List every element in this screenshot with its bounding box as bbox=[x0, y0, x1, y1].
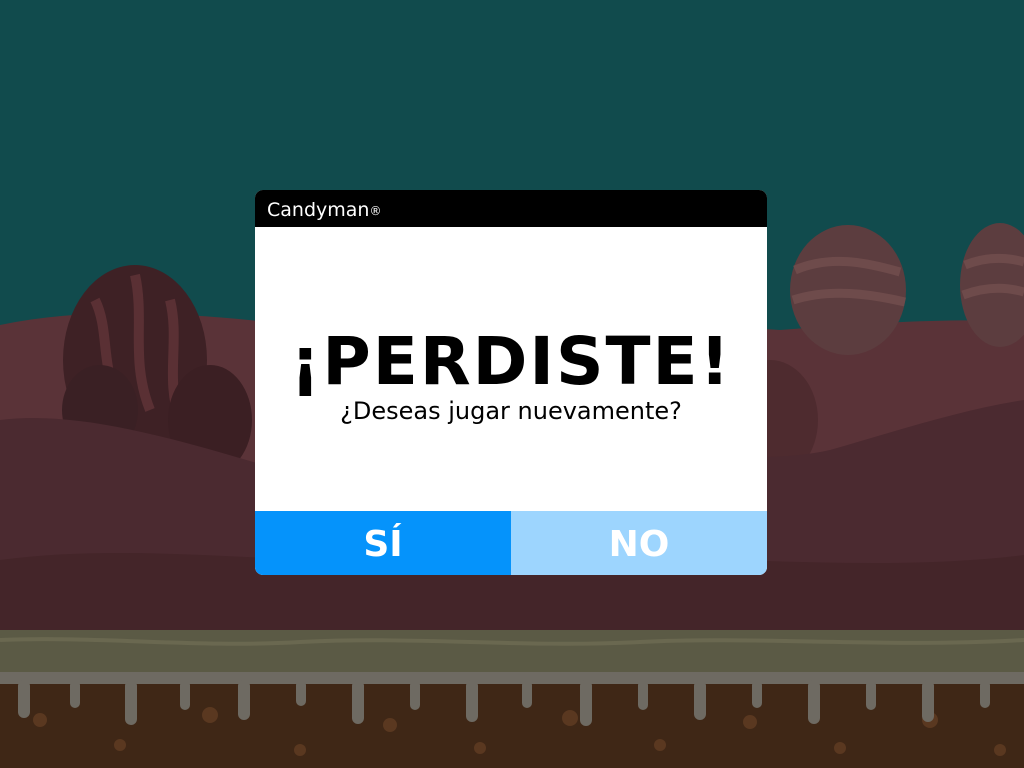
dialog-titlebar: Candyman® bbox=[255, 190, 767, 227]
game-over-headline: ¡PERDISTE! bbox=[290, 323, 732, 400]
play-again-prompt: ¿Deseas jugar nuevamente? bbox=[340, 397, 682, 425]
no-button[interactable]: NO bbox=[511, 511, 767, 575]
yes-button[interactable]: SÍ bbox=[255, 511, 511, 575]
trademark-symbol: ® bbox=[369, 204, 382, 218]
app-name: Candyman bbox=[267, 199, 370, 221]
game-over-dialog: Candyman® ¡PERDISTE! ¿Deseas jugar nueva… bbox=[255, 190, 767, 575]
